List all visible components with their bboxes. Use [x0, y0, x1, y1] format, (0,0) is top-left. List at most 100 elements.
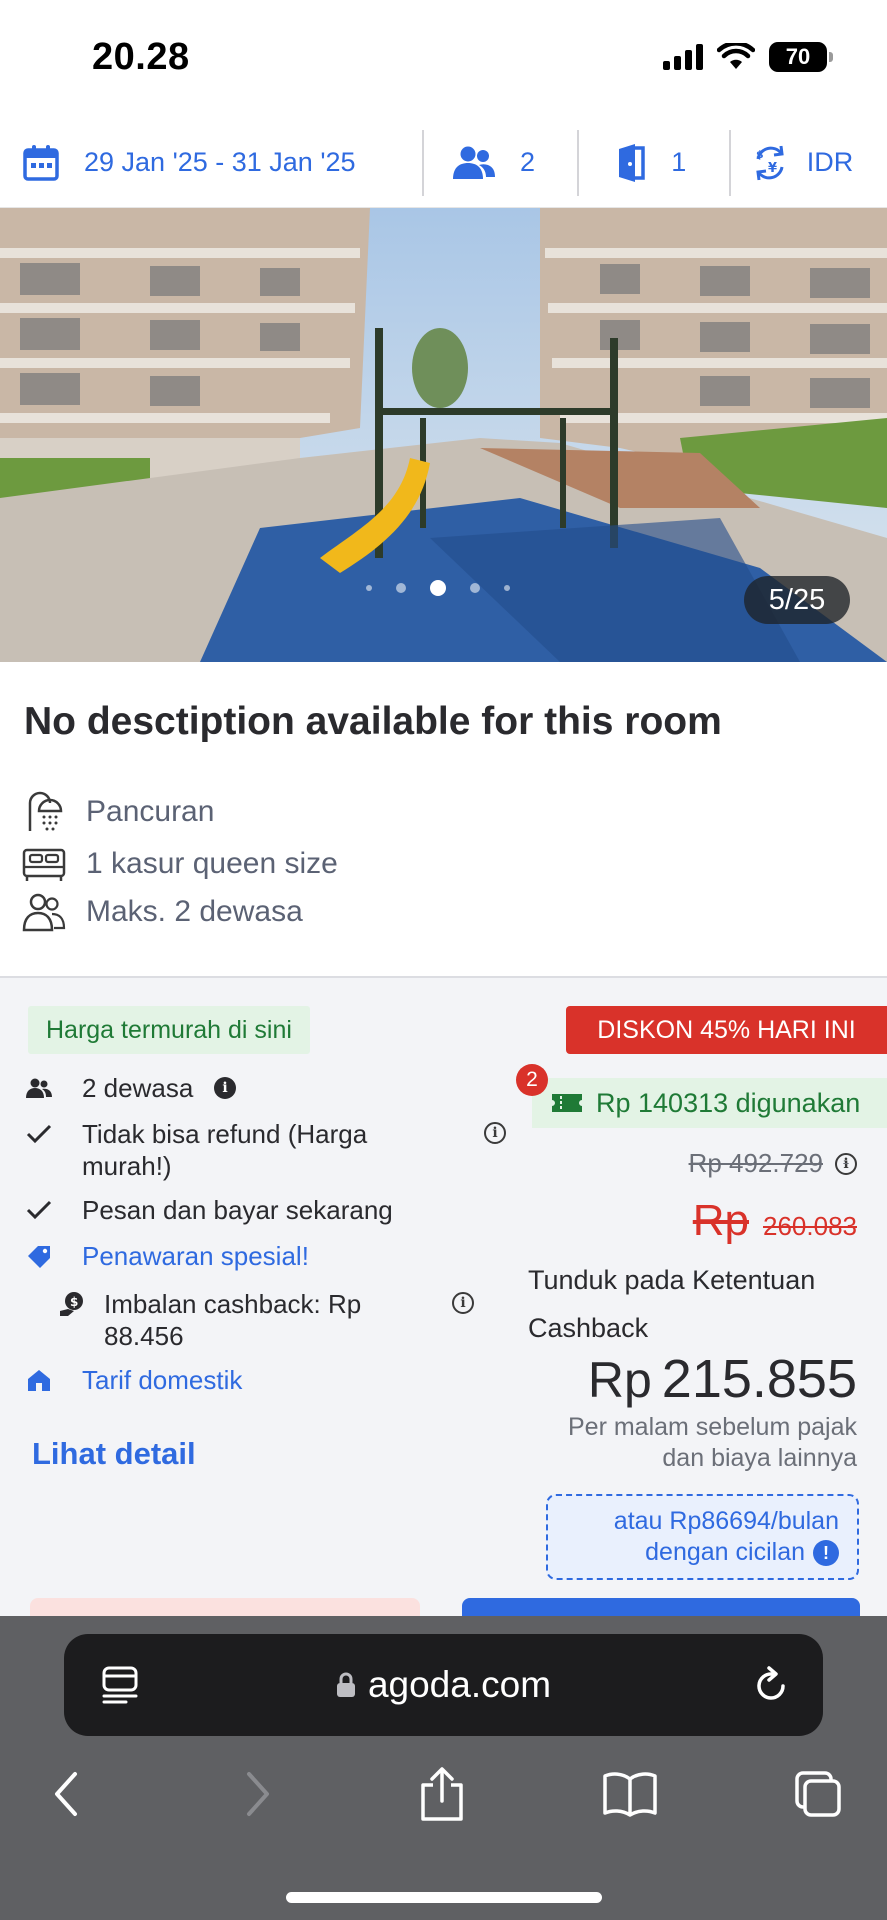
- feature-pay-now: Pesan dan bayar sekarang: [26, 1194, 393, 1226]
- door-icon: [615, 143, 647, 183]
- discounted-currency: Rp: [692, 1196, 750, 1245]
- amenity-bed: 1 kasur queen size: [22, 842, 338, 886]
- checkmark-icon: [26, 1194, 60, 1226]
- cashback-icon: $: [60, 1288, 86, 1320]
- feature-adults-label: 2 dewasa: [82, 1073, 194, 1103]
- cashback-label: Imbalan cashback: Rp 88.456: [104, 1289, 362, 1351]
- chevron-right-icon: [247, 1772, 269, 1816]
- tabs-icon: [795, 1771, 841, 1817]
- final-currency: Rp: [587, 1352, 652, 1408]
- carousel-dot: [504, 585, 510, 591]
- info-icon[interactable]: i: [452, 1292, 474, 1314]
- amenity-label: 1 kasur queen size: [86, 847, 338, 880]
- carousel-dot: [396, 583, 406, 593]
- status-time: 20.28: [92, 36, 190, 78]
- home-icon: [26, 1364, 60, 1396]
- room-title: No desctiption available for this room: [24, 700, 722, 743]
- reader-mode-icon[interactable]: [102, 1666, 138, 1713]
- feature-adults: 2 dewasa: [26, 1072, 193, 1104]
- svg-text:$: $: [70, 1295, 78, 1309]
- people-icon: [22, 890, 66, 934]
- photo-counter: 5/25: [744, 576, 850, 624]
- tag-icon: [26, 1240, 60, 1272]
- discounted-price-value: 260.083: [763, 1211, 857, 1241]
- currency-label: IDR: [806, 147, 854, 177]
- calendar-icon: [22, 144, 60, 182]
- shower-icon: [22, 790, 66, 834]
- lock-icon: [336, 1672, 355, 1697]
- feature-cashback: $ Imbalan cashback: Rp 88.456: [60, 1288, 361, 1352]
- domestic-rate-label: Tarif domestik: [82, 1365, 243, 1395]
- currency-exchange-icon: $ ¥: [751, 144, 789, 182]
- svg-text:$: $: [756, 148, 764, 161]
- bed-icon: [22, 842, 66, 886]
- browser-nav: [0, 1764, 887, 1854]
- cheapest-badge: Harga termurah di sini: [28, 1006, 310, 1054]
- info-icon[interactable]: i: [214, 1077, 236, 1099]
- url-text: agoda.com: [367, 1664, 552, 1705]
- chevron-left-icon: [55, 1772, 77, 1816]
- carousel-dot-active: [430, 580, 446, 596]
- amenity-shower: Pancuran: [22, 790, 214, 834]
- guests-icon: [452, 145, 496, 181]
- discounted-price: Rp 260.083: [693, 1196, 857, 1246]
- home-indicator: [286, 1892, 602, 1903]
- discount-badge: DISKON 45% HARI INI: [566, 1006, 887, 1054]
- tabs-button[interactable]: [788, 1764, 848, 1824]
- book-button-partial[interactable]: [462, 1598, 860, 1618]
- currency-selector[interactable]: $ ¥ IDR: [731, 118, 887, 207]
- feature-pay-now-label: Pesan dan bayar sekarang: [82, 1195, 393, 1225]
- book-icon: [603, 1772, 657, 1817]
- coupon-count-badge: 2: [516, 1064, 548, 1096]
- status-icons: 70: [663, 42, 833, 72]
- amenity-label: Maks. 2 dewasa: [86, 895, 303, 928]
- checkmark-icon: [26, 1118, 60, 1150]
- feature-non-refundable: Tidak bisa refund (Harga murah!): [26, 1118, 367, 1182]
- guests-selector[interactable]: 2: [424, 118, 577, 207]
- coupon-applied-badge[interactable]: Rp 140313 digunakan: [532, 1078, 887, 1128]
- cashback-terms: Tunduk pada Ketentuan Cashback: [528, 1265, 816, 1343]
- cellular-signal-icon: [663, 44, 703, 70]
- amenity-capacity: Maks. 2 dewasa: [22, 890, 303, 934]
- see-detail-link[interactable]: Lihat detail: [32, 1436, 196, 1472]
- battery-icon: 70: [769, 42, 833, 72]
- url-display: agoda.com: [336, 1664, 551, 1706]
- original-price-value: Rp 492.729: [688, 1148, 823, 1178]
- per-night-note: Per malam sebelum pajak dan biaya lainny…: [567, 1413, 857, 1472]
- address-bar[interactable]: agoda.com: [64, 1634, 823, 1736]
- carousel-dot: [366, 585, 372, 591]
- carousel-dots: [366, 580, 510, 596]
- feature-domestic-rate[interactable]: Tarif domestik: [26, 1364, 242, 1396]
- date-range-label: 29 Jan '25 - 31 Jan '25: [84, 147, 356, 177]
- feature-special-offer[interactable]: Penawaran spesial!: [26, 1240, 309, 1272]
- ticket-icon: [550, 1091, 584, 1115]
- original-price: Rp 492.729 i: [689, 1148, 857, 1179]
- reload-icon[interactable]: [753, 1664, 791, 1713]
- share-icon: [421, 1767, 463, 1821]
- feature-non-refundable-label: Tidak bisa refund (Harga murah!): [82, 1119, 368, 1181]
- coupon-text: Rp 140313 digunakan: [596, 1087, 861, 1118]
- amenity-label: Pancuran: [86, 795, 215, 828]
- search-summary-bar: 29 Jan '25 - 31 Jan '25 2 1 $ ¥ IDR: [0, 118, 887, 208]
- rooms-count: 1: [671, 147, 687, 177]
- installment-option[interactable]: atau Rp86694/bulan dengan cicilan!: [546, 1494, 859, 1580]
- wifi-icon: [717, 43, 755, 69]
- back-button[interactable]: [36, 1764, 96, 1824]
- share-button[interactable]: [412, 1764, 472, 1824]
- info-icon[interactable]: i: [835, 1152, 857, 1175]
- rooms-selector[interactable]: 1: [579, 118, 728, 207]
- info-icon[interactable]: i: [484, 1122, 506, 1144]
- browser-toolbar: agoda.com: [0, 1616, 887, 1920]
- alert-icon: !: [813, 1540, 839, 1567]
- partial-button[interactable]: [30, 1598, 420, 1618]
- special-offer-label: Penawaran spesial!: [82, 1241, 309, 1271]
- date-range-selector[interactable]: 29 Jan '25 - 31 Jan '25: [0, 118, 422, 207]
- final-price-value: 215.855: [661, 1349, 857, 1409]
- guests-count: 2: [519, 147, 535, 177]
- carousel-dot: [470, 583, 480, 593]
- bookmarks-button[interactable]: [600, 1764, 660, 1824]
- room-photo-carousel[interactable]: 5/25: [0, 208, 887, 662]
- guests-icon: [26, 1072, 60, 1104]
- forward-button[interactable]: [228, 1764, 288, 1824]
- final-price: Rp 215.855: [588, 1348, 857, 1410]
